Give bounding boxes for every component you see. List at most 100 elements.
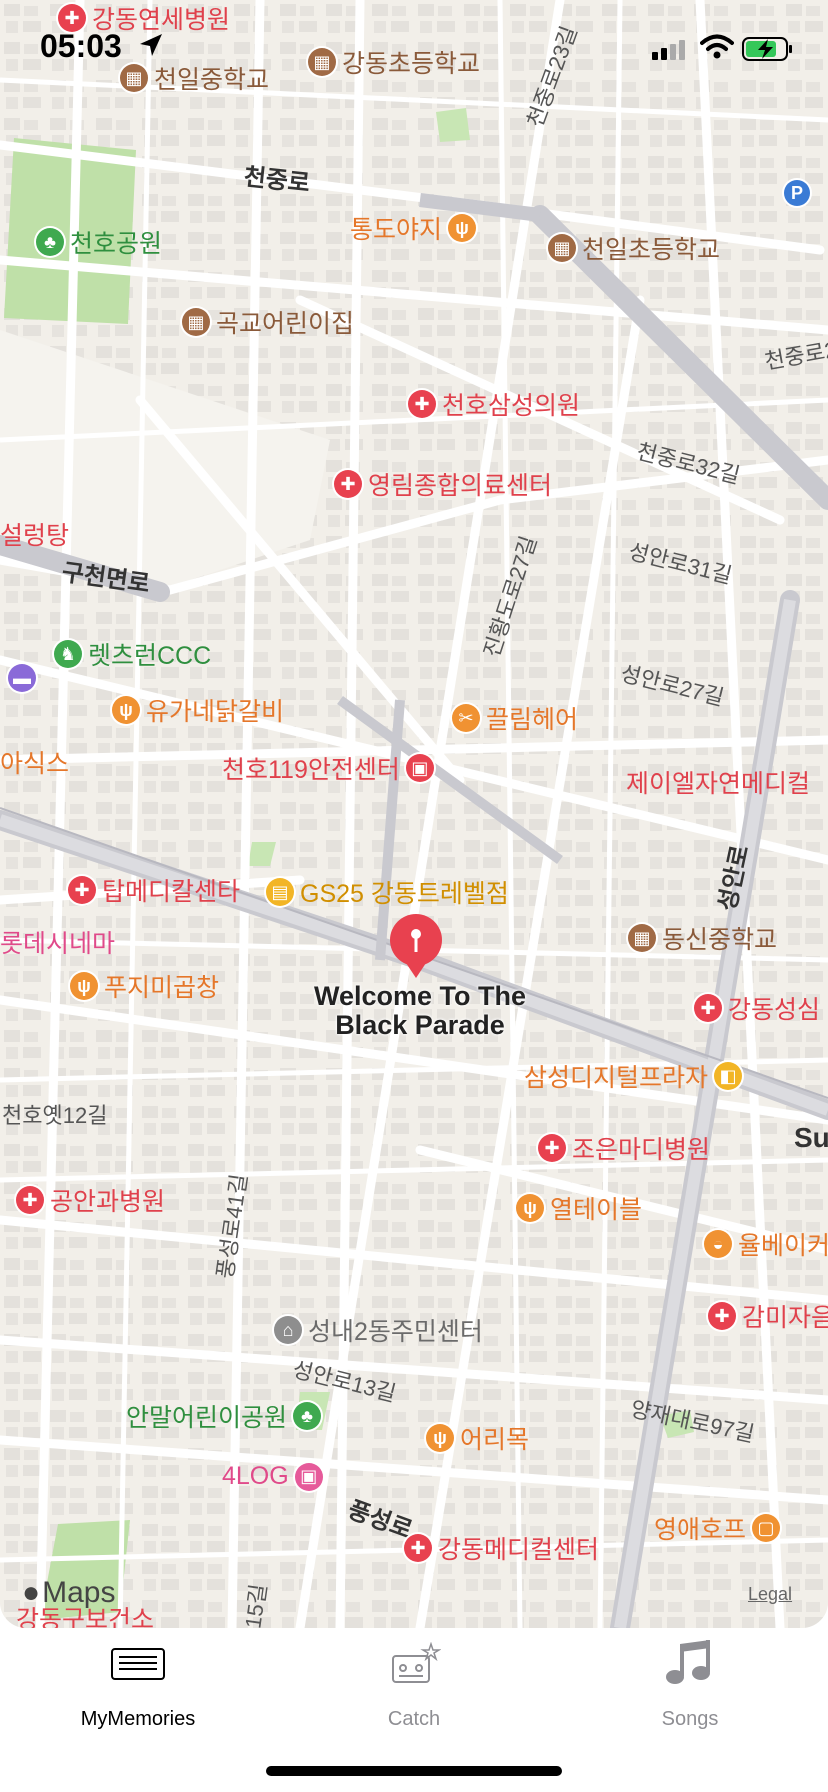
poi-landmark[interactable]: ♞ 렛츠런CCC bbox=[54, 636, 211, 672]
tab-label: Songs bbox=[661, 1708, 719, 1730]
poi-hospital[interactable]: ✚ 강동성심 bbox=[694, 990, 820, 1026]
poi-restaurant[interactable]: ψ 어리목 bbox=[426, 1420, 529, 1456]
tab-mymemories[interactable]: MyMemories bbox=[0, 1628, 276, 1748]
poi-label: 설렁탕 bbox=[0, 522, 70, 550]
poi-label: 감미자음 bbox=[742, 1304, 828, 1332]
cassette-star-icon bbox=[392, 1642, 441, 1683]
location-pin[interactable] bbox=[388, 914, 444, 985]
legal-link[interactable]: Legal bbox=[748, 1584, 792, 1605]
poi-label: 아식스 bbox=[0, 750, 70, 778]
pin-title-line: Welcome To The bbox=[313, 981, 527, 1011]
home-indicator[interactable] bbox=[266, 1766, 562, 1776]
poi-label: 천호119안전센터 bbox=[222, 756, 400, 784]
school-icon: ▦ bbox=[182, 308, 210, 336]
tab-catch[interactable]: Catch bbox=[276, 1628, 552, 1748]
map-pin-icon bbox=[390, 914, 442, 978]
maps-attribution: ● Maps bbox=[22, 1576, 115, 1610]
poi-shop[interactable]: ◧ 삼성디지털프라자 bbox=[524, 1058, 743, 1094]
road-label: Su bbox=[794, 1122, 828, 1153]
fork-knife-icon: ψ bbox=[448, 214, 477, 242]
poi-hospital[interactable]: 제이엘자연메디컬 bbox=[626, 764, 810, 800]
poi-label: 강동메디컬센터 bbox=[438, 1536, 600, 1564]
poi-kindergarten[interactable]: ▦ 곡교어린이집 bbox=[182, 304, 354, 340]
map-view[interactable]: 천중로 구천면로 성안로 풍성로 천중로23길 천중로32길 천중로2 성안로3… bbox=[0, 0, 828, 1628]
poi-bakery[interactable]: ◒ 율베이커 bbox=[704, 1226, 828, 1262]
poi-restaurant-partial[interactable]: 설렁탕 bbox=[0, 516, 69, 552]
tab-songs[interactable]: Songs bbox=[552, 1628, 828, 1748]
road-label: 천호옛12길 bbox=[2, 1103, 108, 1128]
poi-label: 삼성디지털프라자 bbox=[524, 1064, 709, 1092]
status-time: 05:03 bbox=[40, 28, 122, 64]
fork-knife-icon: ψ bbox=[112, 696, 140, 724]
poi-label: 렛츠런CCC bbox=[88, 642, 212, 670]
poi-label: 유가네닭갈비 bbox=[146, 698, 285, 726]
tree-icon: ♣ bbox=[293, 1402, 322, 1430]
poi-hotel[interactable]: ▬ bbox=[8, 664, 36, 692]
poi-school[interactable]: ▦ 천일초등학교 bbox=[548, 230, 720, 266]
bread-icon: ◒ bbox=[704, 1230, 732, 1258]
location-arrow-icon bbox=[140, 34, 162, 56]
poi-label: 영림종합의료센터 bbox=[368, 472, 553, 500]
poi-entertainment[interactable]: ▣ 4LOG bbox=[222, 1462, 323, 1491]
poi-parking[interactable]: P bbox=[784, 180, 810, 206]
hospital-icon: ✚ bbox=[16, 1186, 44, 1214]
poi-label: 통도야지 bbox=[350, 216, 443, 244]
poi-label: 조은마디병원 bbox=[572, 1136, 711, 1164]
photo-booth-icon: ▣ bbox=[294, 1462, 323, 1491]
poi-cinema[interactable]: 롯데시네마 bbox=[0, 924, 115, 960]
fork-knife-icon: ψ bbox=[516, 1194, 544, 1222]
poi-hospital[interactable]: ✚ 공안과병원 bbox=[16, 1182, 165, 1218]
poi-fire-station[interactable]: ▣ 천호119안전센터 bbox=[222, 750, 434, 786]
beer-mug-icon: ▢ bbox=[752, 1514, 781, 1542]
shopping-bag-icon: ◧ bbox=[714, 1062, 743, 1090]
poi-hospital[interactable]: ✚ 감미자음 bbox=[708, 1298, 828, 1334]
hospital-icon: ✚ bbox=[408, 390, 436, 418]
poi-store[interactable]: ▤ GS25 강동트레벨점 bbox=[266, 874, 509, 910]
pin-title-line: Black Parade bbox=[335, 1010, 505, 1040]
poi-salon[interactable]: ✂ 끌림헤어 bbox=[452, 700, 578, 736]
poi-restaurant[interactable]: ψ 열테이블 bbox=[516, 1190, 642, 1226]
poi-school[interactable]: ▦ 동신중학교 bbox=[628, 920, 777, 956]
poi-label: 4LOG bbox=[222, 1462, 289, 1490]
parking-icon: P bbox=[784, 180, 810, 206]
poi-hospital[interactable]: ✚ 강동메디컬센터 bbox=[404, 1530, 599, 1566]
tab-label: Catch bbox=[387, 1708, 441, 1730]
battery-charging-icon bbox=[742, 37, 792, 61]
scissors-icon: ✂ bbox=[452, 704, 480, 732]
poi-government[interactable]: ⌂ 성내2동주민센터 bbox=[274, 1312, 483, 1348]
poi-label: 제이엘자연메디컬 bbox=[626, 770, 811, 798]
poi-hospital[interactable]: ✚ 천호삼성의원 bbox=[408, 386, 580, 422]
hospital-icon: ✚ bbox=[334, 470, 362, 498]
poi-restaurant[interactable]: ψ 유가네닭갈비 bbox=[112, 692, 284, 728]
poi-park[interactable]: ♣ 안말어린이공원 bbox=[126, 1398, 322, 1434]
road-label: 15길 bbox=[240, 1582, 272, 1628]
memories-list-icon bbox=[111, 1648, 165, 1680]
pin-title[interactable]: Welcome To The Black Parade bbox=[290, 982, 550, 1040]
poi-park[interactable]: ♣ 천호공원 bbox=[36, 224, 162, 260]
fire-truck-icon: ▣ bbox=[405, 754, 434, 782]
poi-restaurant[interactable]: ψ 통도야지 bbox=[350, 210, 477, 246]
poi-hospital[interactable]: ✚ 탑메디칼센타 bbox=[68, 872, 240, 908]
poi-label: 탑메디칼센타 bbox=[102, 878, 241, 906]
hospital-icon: ✚ bbox=[708, 1302, 736, 1330]
tab-label: MyMemories bbox=[80, 1708, 196, 1730]
convenience-store-icon: ▤ bbox=[266, 878, 294, 906]
wifi-icon bbox=[700, 34, 734, 59]
poi-bar[interactable]: ▢ 영애호프 bbox=[654, 1510, 781, 1546]
poi-label: 곡교어린이집 bbox=[216, 310, 355, 338]
poi-label: 천호삼성의원 bbox=[442, 392, 581, 420]
poi-restaurant[interactable]: ψ 푸지미곱창 bbox=[70, 968, 219, 1004]
poi-label: 열테이블 bbox=[550, 1196, 643, 1224]
poi-hospital[interactable]: ✚ 영림종합의료센터 bbox=[334, 466, 552, 502]
poi-shop[interactable]: 아식스 bbox=[0, 744, 69, 780]
poi-label: 롯데시네마 bbox=[0, 930, 116, 958]
horse-icon: ♞ bbox=[54, 640, 82, 668]
bed-icon: ▬ bbox=[8, 664, 36, 692]
poi-hospital[interactable]: ✚ 조은마디병원 bbox=[538, 1130, 710, 1166]
poi-label: 성내2동주민센터 bbox=[308, 1318, 483, 1346]
status-bar: 05:03 bbox=[0, 0, 828, 96]
poi-label: 끌림헤어 bbox=[486, 706, 579, 734]
hospital-icon: ✚ bbox=[694, 994, 722, 1022]
fork-knife-icon: ψ bbox=[426, 1424, 454, 1452]
apple-logo-icon: ● bbox=[22, 1576, 41, 1609]
